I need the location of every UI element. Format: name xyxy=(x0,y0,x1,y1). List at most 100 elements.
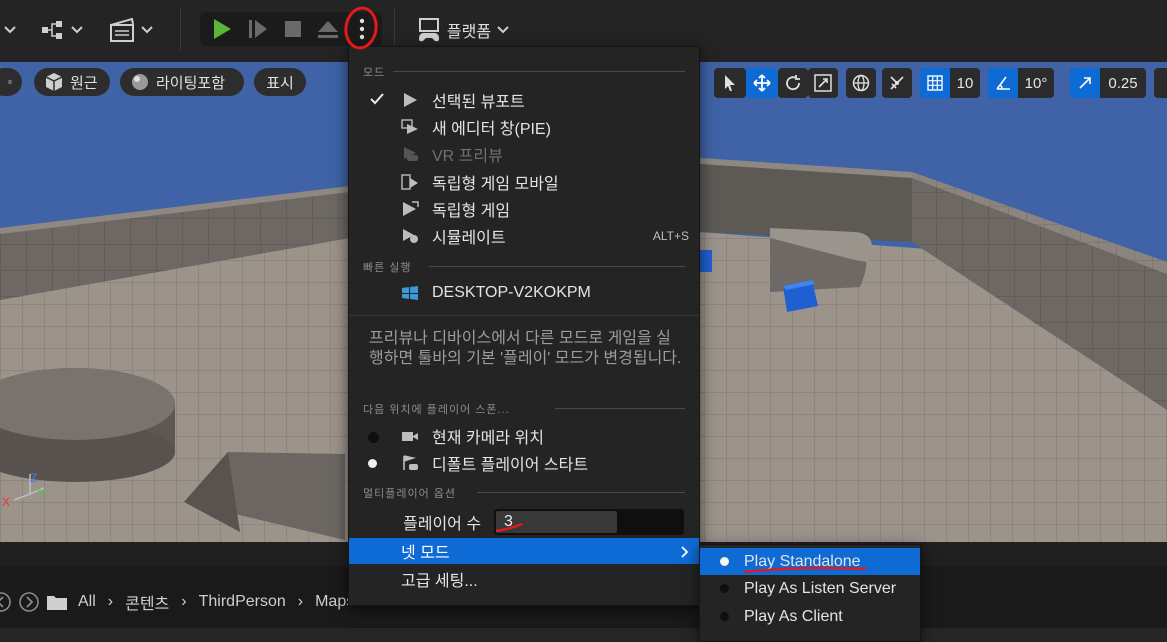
play-controls xyxy=(200,12,382,46)
menu-item-net-mode[interactable]: 넷 모드 xyxy=(349,538,699,564)
play-options-menu: 모드 선택된 뷰포트 새 에디터 창(PIE) VR 프리뷰 독립형 게임 모바… xyxy=(348,46,700,606)
menu-item-label: 시뮬레이트 xyxy=(432,230,506,247)
breadcrumb-item[interactable]: 콘텐츠 xyxy=(125,590,169,614)
grid-snap-control[interactable]: 10 xyxy=(920,68,980,98)
section-divider xyxy=(555,408,685,409)
more-options-icon[interactable] xyxy=(350,15,374,43)
radio-selected xyxy=(368,459,377,468)
quick-launch-header: 빠른 실행 xyxy=(363,262,412,274)
radio-unselected xyxy=(720,584,729,593)
scale-arrow-icon xyxy=(1079,77,1091,89)
standalone-game-icon xyxy=(403,201,419,216)
net-mode-submenu: Play Standalone Play As Listen Server Pl… xyxy=(699,544,921,642)
rotate-icon xyxy=(786,75,800,91)
chevron-right-icon: › xyxy=(107,593,114,610)
world-space-button[interactable] xyxy=(846,68,876,98)
cube-icon xyxy=(45,73,63,91)
show-button[interactable]: 표시 xyxy=(254,68,306,96)
menu-item-standalone-mobile[interactable]: 독립형 게임 모바일 xyxy=(349,169,699,195)
net-mode-play-standalone[interactable]: Play Standalone xyxy=(700,548,920,575)
checkmark-icon xyxy=(370,93,384,105)
radio-unselected xyxy=(720,612,729,621)
menu-item-device[interactable]: DESKTOP-V2KOKPM xyxy=(349,280,699,306)
menu-item-selected-viewport[interactable]: 선택된 뷰포트 xyxy=(349,87,699,113)
chevron-down-icon xyxy=(497,26,509,34)
mobile-game-icon xyxy=(401,174,418,190)
radio-selected xyxy=(720,557,729,566)
net-mode-label: Play As Client xyxy=(744,607,843,625)
new-window-play-icon xyxy=(401,119,418,134)
perspective-button[interactable]: 원근 xyxy=(34,68,110,96)
simulate-icon xyxy=(403,229,418,243)
platforms-button[interactable]: 플랫폼 xyxy=(412,14,514,46)
windows-device-icon xyxy=(402,286,418,300)
surface-snap-icon xyxy=(890,76,904,90)
net-mode-label: Play As Listen Server xyxy=(744,579,897,597)
menu-item-camera-location[interactable]: 현재 카메라 위치 xyxy=(349,423,699,449)
rotation-snap-value[interactable]: 10° xyxy=(1018,75,1054,92)
select-mode-button[interactable] xyxy=(714,68,746,98)
breadcrumb-item[interactable]: All xyxy=(78,593,96,611)
scale-mode-button[interactable] xyxy=(808,68,838,98)
chevron-right-icon xyxy=(681,546,689,558)
svg-text:Z: Z xyxy=(30,471,37,485)
svg-text:X: X xyxy=(2,495,10,509)
grid-snap-value[interactable]: 10 xyxy=(950,75,980,92)
angle-icon xyxy=(996,76,1010,90)
lighting-mode-button[interactable]: 라이팅포함 xyxy=(120,68,244,96)
folder-icon xyxy=(47,596,67,610)
spawn-section-header: 다음 위치에 플레이어 스폰... xyxy=(363,404,510,416)
section-divider xyxy=(429,266,685,267)
net-mode-listen-server[interactable]: Play As Listen Server xyxy=(700,575,920,602)
menu-item-simulate[interactable]: 시뮬레이트 ALT+S xyxy=(349,223,699,249)
breadcrumb: All › 콘텐츠 › ThirdPerson › Maps xyxy=(0,582,354,622)
show-label: 표시 xyxy=(266,74,294,92)
menu-item-label: 고급 세팅... xyxy=(401,573,478,590)
breadcrumb-item[interactable]: ThirdPerson xyxy=(199,593,286,611)
toolbar-divider xyxy=(180,8,181,50)
play-button[interactable] xyxy=(208,17,236,41)
cinematics-button[interactable] xyxy=(108,14,156,46)
rotation-snap-toggle[interactable] xyxy=(988,68,1018,98)
multiplayer-section-header: 멀티플레이어 옵션 xyxy=(363,488,457,500)
scale-snap-toggle[interactable] xyxy=(1070,68,1100,98)
camera-speed-button[interactable] xyxy=(1154,68,1167,98)
grid-snap-toggle[interactable] xyxy=(920,68,950,98)
forward-icon[interactable] xyxy=(18,591,40,613)
stop-button[interactable] xyxy=(279,17,307,41)
blueprint-graph-button[interactable] xyxy=(40,16,88,44)
translate-mode-button[interactable] xyxy=(746,68,778,98)
rotation-snap-control[interactable]: 10° xyxy=(988,68,1054,98)
player-count-input[interactable]: 3 xyxy=(494,509,684,535)
menu-item-vr-preview: VR 프리뷰 xyxy=(349,141,699,167)
radio-unselected xyxy=(368,432,379,443)
menu-item-label: 디폴트 플레이어 스타트 xyxy=(432,457,589,474)
perspective-label: 원근 xyxy=(70,74,98,92)
hamburger-icon xyxy=(8,80,12,84)
chevron-down-icon[interactable] xyxy=(0,18,20,42)
surface-snapping-button[interactable] xyxy=(882,68,912,98)
scale-snap-control[interactable]: 0.25 xyxy=(1070,68,1146,98)
back-icon[interactable] xyxy=(0,591,12,613)
scale-snap-value[interactable]: 0.25 xyxy=(1100,75,1146,92)
platforms-label: 플랫폼 xyxy=(446,24,492,41)
rotate-mode-button[interactable] xyxy=(778,68,808,98)
grid-icon xyxy=(927,75,943,91)
menu-item-new-editor-window[interactable]: 새 에디터 창(PIE) xyxy=(349,114,699,140)
move-arrows-icon xyxy=(753,74,771,92)
menu-item-advanced-settings[interactable]: 고급 세팅... xyxy=(349,566,699,592)
eject-button[interactable] xyxy=(313,17,343,41)
mode-description: 프리뷰나 디바이스에서 다른 모드로 게임을 실행하면 툴바의 기본 '플레이'… xyxy=(369,330,682,367)
menu-item-label: 새 에디터 창(PIE) xyxy=(432,121,551,138)
net-mode-client[interactable]: Play As Client xyxy=(700,603,920,630)
menu-item-default-player-start[interactable]: 디폴트 플레이어 스타트 xyxy=(349,450,699,476)
section-divider xyxy=(349,315,699,316)
camera-icon xyxy=(402,432,418,441)
player-count-label: 플레이어 수 xyxy=(403,516,482,533)
player-start-icon xyxy=(403,455,418,470)
shortcut-label: ALT+S xyxy=(652,229,689,243)
section-divider xyxy=(477,492,685,493)
step-frame-button[interactable] xyxy=(244,17,272,41)
menu-item-standalone-game[interactable]: 독립형 게임 xyxy=(349,196,699,222)
menu-item-label: 넷 모드 xyxy=(401,545,450,562)
